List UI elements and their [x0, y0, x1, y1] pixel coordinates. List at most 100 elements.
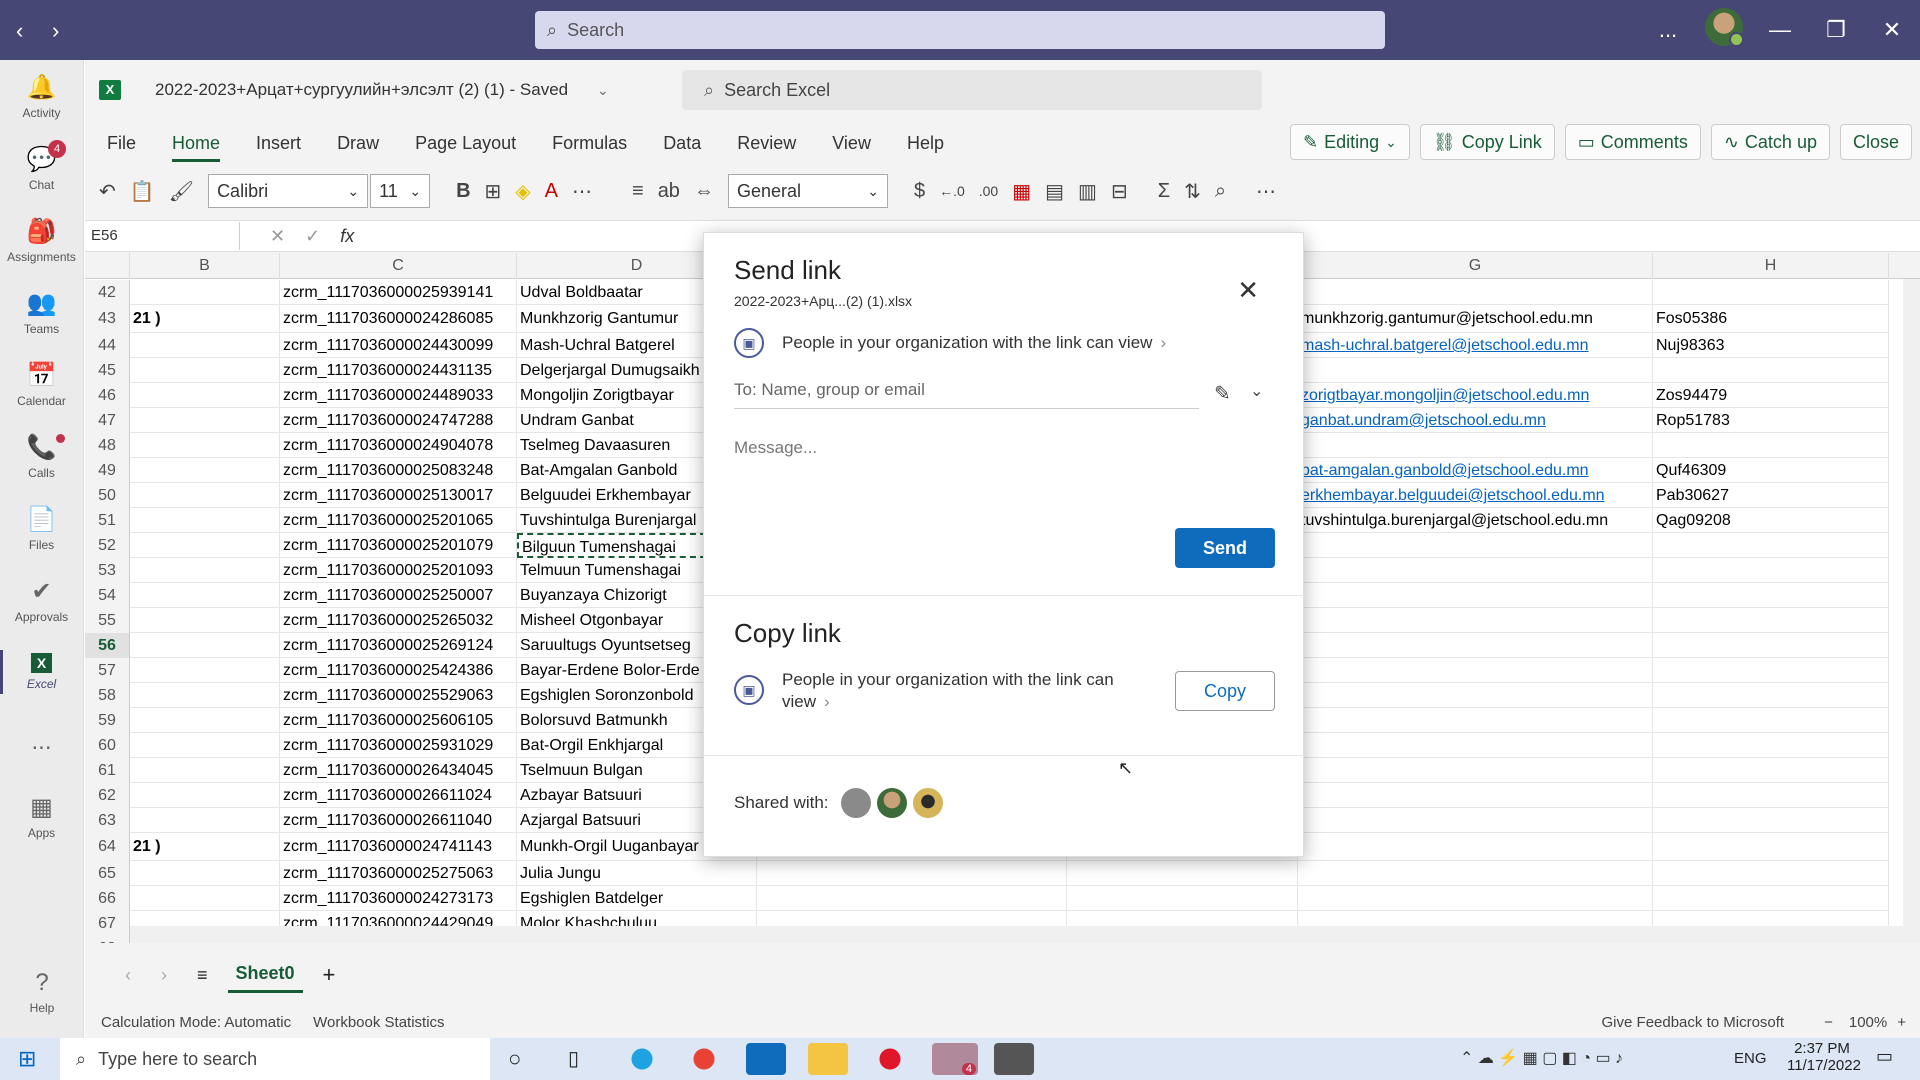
- row-header[interactable]: 45: [85, 358, 130, 383]
- cell-b[interactable]: [130, 458, 280, 483]
- cell-b[interactable]: [130, 708, 280, 733]
- autosum-icon[interactable]: Σ: [1158, 180, 1170, 203]
- cell-b[interactable]: [130, 433, 280, 458]
- row-header[interactable]: 67: [85, 911, 130, 936]
- row-header[interactable]: 43: [85, 305, 130, 333]
- editing-mode-button[interactable]: ✎ Editing ⌄: [1290, 124, 1410, 160]
- cell-c[interactable]: zcrm_1117036000024273173: [280, 886, 517, 911]
- cell-g[interactable]: [1298, 833, 1653, 861]
- row-header[interactable]: 54: [85, 583, 130, 608]
- rail-item-calendar[interactable]: 📅 Calendar: [0, 348, 83, 420]
- forward-arrow-icon[interactable]: ›: [52, 18, 59, 44]
- outlook-icon[interactable]: [746, 1043, 786, 1075]
- cell-b[interactable]: [130, 333, 280, 358]
- row-header[interactable]: 59: [85, 708, 130, 733]
- cell-h[interactable]: [1653, 783, 1889, 808]
- cell-h[interactable]: Pab30627: [1653, 483, 1889, 508]
- fill-color-icon[interactable]: ◈: [515, 179, 530, 204]
- font-color-icon[interactable]: A: [545, 180, 558, 203]
- cell-h[interactable]: [1653, 533, 1889, 558]
- notification-icon[interactable]: ▭: [1876, 1046, 1893, 1067]
- cell-g[interactable]: [1298, 658, 1653, 683]
- cell-c[interactable]: zcrm_1117036000024904078: [280, 433, 517, 458]
- cell-c[interactable]: zcrm_1117036000025201079: [280, 533, 517, 558]
- cell-e[interactable]: [757, 861, 1067, 886]
- cell-g[interactable]: [1298, 608, 1653, 633]
- cell-g[interactable]: [1298, 683, 1653, 708]
- cell-g[interactable]: [1298, 558, 1653, 583]
- feedback-link[interactable]: Give Feedback to Microsoft: [1602, 1014, 1785, 1031]
- cell-h[interactable]: [1653, 833, 1889, 861]
- rail-item-help[interactable]: ? Help: [0, 956, 84, 1028]
- more-ribbon-icon[interactable]: ⋯: [1256, 179, 1276, 204]
- increase-decimal-icon[interactable]: ←.0: [939, 183, 965, 199]
- clock[interactable]: 2:37 PM 11/17/2022: [1787, 1040, 1861, 1074]
- cell-f[interactable]: [1067, 861, 1298, 886]
- cell-b[interactable]: 21 ): [130, 833, 280, 861]
- close-button[interactable]: Close: [1839, 124, 1912, 160]
- cell-c[interactable]: zcrm_1117036000024430099: [280, 333, 517, 358]
- tab-home[interactable]: Home: [158, 124, 234, 162]
- row-header[interactable]: 44: [85, 333, 130, 358]
- copy-link-permission[interactable]: ▣ People in your organization with the l…: [734, 669, 1114, 713]
- cell-b[interactable]: [130, 683, 280, 708]
- cell-h[interactable]: [1653, 808, 1889, 833]
- cell-b[interactable]: [130, 533, 280, 558]
- align-icon[interactable]: ≡: [632, 180, 644, 203]
- cell-g[interactable]: [1298, 886, 1653, 911]
- name-box[interactable]: E56: [85, 222, 240, 250]
- tab-file[interactable]: File: [93, 124, 150, 162]
- row-header[interactable]: 57: [85, 658, 130, 683]
- cell-c[interactable]: zcrm_1117036000025265032: [280, 608, 517, 633]
- cell-b[interactable]: [130, 783, 280, 808]
- zoom-out-icon[interactable]: −: [1824, 1014, 1833, 1031]
- cell-b[interactable]: [130, 808, 280, 833]
- restore-icon[interactable]: ❐: [1808, 17, 1864, 43]
- cell-g[interactable]: ganbat.undram@jetschool.edu.mn: [1298, 408, 1653, 433]
- cell-c[interactable]: zcrm_1117036000025931029: [280, 733, 517, 758]
- cell-c[interactable]: zcrm_1117036000026434045: [280, 758, 517, 783]
- cell-h[interactable]: [1653, 280, 1889, 305]
- user-avatar[interactable]: [912, 788, 943, 818]
- add-sheet-icon[interactable]: +: [323, 962, 336, 988]
- tab-data[interactable]: Data: [649, 124, 715, 162]
- row-header[interactable]: 53: [85, 558, 130, 583]
- cell-b[interactable]: [130, 861, 280, 886]
- row-header[interactable]: 48: [85, 433, 130, 458]
- rail-item-excel[interactable]: X Excel: [0, 636, 83, 708]
- wrap-text-icon[interactable]: ab: [658, 180, 680, 203]
- cell-h[interactable]: [1653, 608, 1889, 633]
- cell-g[interactable]: [1298, 708, 1653, 733]
- link-permission-setting[interactable]: ▣ People in your organization with the l…: [734, 328, 1166, 358]
- cell-b[interactable]: [130, 383, 280, 408]
- cell-c[interactable]: zcrm_1117036000025529063: [280, 683, 517, 708]
- row-header[interactable]: 50: [85, 483, 130, 508]
- format-painter-icon[interactable]: 🖌: [169, 179, 194, 204]
- number-format-select[interactable]: General ⌄: [727, 174, 888, 208]
- insert-cells-icon[interactable]: ⊟: [1111, 179, 1128, 204]
- file-explorer-icon[interactable]: [808, 1043, 848, 1075]
- row-header[interactable]: 46: [85, 383, 130, 408]
- cell-c[interactable]: zcrm_1117036000025275063: [280, 861, 517, 886]
- cell-b[interactable]: [130, 280, 280, 305]
- row-header[interactable]: 66: [85, 886, 130, 911]
- cell-g[interactable]: [1298, 583, 1653, 608]
- font-name-select[interactable]: Calibri ⌄: [208, 174, 369, 208]
- cell-c[interactable]: zcrm_1117036000025201093: [280, 558, 517, 583]
- close-window-icon[interactable]: ✕: [1864, 17, 1920, 43]
- rail-item-assignments[interactable]: 🎒 Assignments: [0, 204, 83, 276]
- cell-c[interactable]: zcrm_1117036000024747288: [280, 408, 517, 433]
- paste-icon[interactable]: 📋: [130, 179, 155, 204]
- cell-g[interactable]: [1298, 783, 1653, 808]
- sheet-tab[interactable]: Sheet0: [227, 957, 303, 993]
- minimize-icon[interactable]: —: [1752, 17, 1808, 43]
- rail-more[interactable]: ...: [0, 708, 83, 780]
- tab-draw[interactable]: Draw: [323, 124, 393, 162]
- task-view-icon[interactable]: ▯: [568, 1046, 579, 1071]
- rail-item-apps[interactable]: ▦ Apps: [0, 780, 83, 852]
- cell-b[interactable]: 21 ): [130, 305, 280, 333]
- close-icon[interactable]: ✕: [1237, 275, 1259, 306]
- cell-g[interactable]: [1298, 280, 1653, 305]
- conditional-format-icon[interactable]: ▦: [1012, 179, 1031, 204]
- rail-item-teams[interactable]: 👥 Teams: [0, 276, 83, 348]
